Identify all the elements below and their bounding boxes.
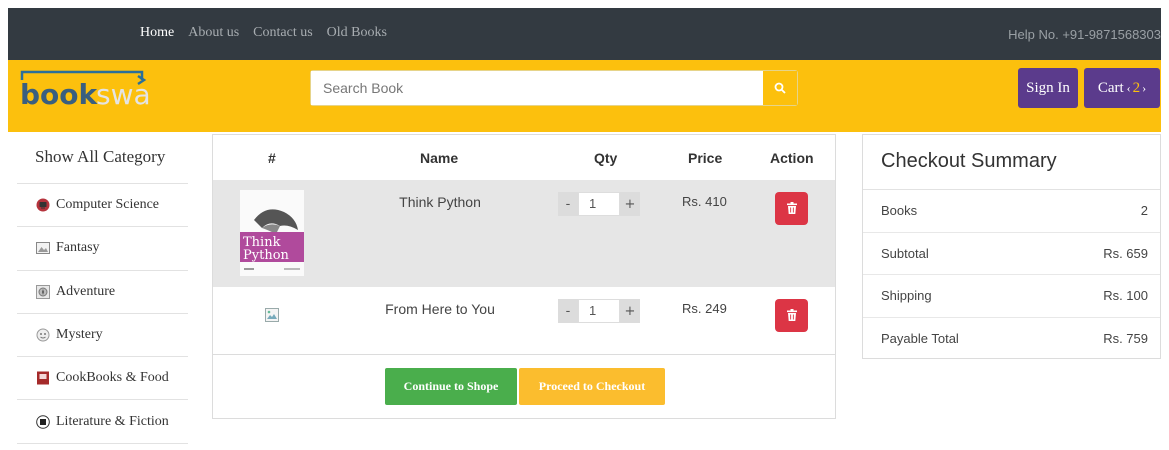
sidebar-item-label: Fantasy: [56, 240, 100, 256]
header-bar: book swap Sign In Cart ‹ 2 ›: [8, 60, 1161, 132]
search-bar: [310, 70, 798, 106]
sidebar-item-literature[interactable]: Literature & Fiction: [17, 400, 188, 444]
summary-row-payable-total: Payable Total Rs. 759: [863, 318, 1160, 361]
summary-value: Rs. 759: [1103, 331, 1148, 347]
bookswap-logo[interactable]: book swap: [18, 66, 168, 111]
summary-value: Rs. 659: [1103, 245, 1148, 261]
summary-label: Shipping: [881, 288, 932, 304]
search-input[interactable]: [311, 71, 761, 105]
quantity-stepper: - 1 +: [558, 192, 640, 216]
nav-link-old-books[interactable]: Old Books: [327, 25, 387, 41]
trash-icon: [786, 306, 797, 325]
search-button[interactable]: [761, 71, 797, 105]
sidebar-item-label: Adventure: [56, 283, 116, 299]
delete-button[interactable]: [775, 192, 808, 225]
top-navbar: Home About us Contact us Old Books Help …: [8, 8, 1161, 60]
qty-increment-button[interactable]: +: [620, 299, 640, 323]
compass-icon: [35, 284, 51, 300]
nav-links: Home About us Contact us Old Books: [140, 25, 387, 41]
proceed-to-checkout-button[interactable]: Proceed to Checkout: [519, 368, 665, 405]
book-price: Rs. 410: [682, 194, 727, 209]
qty-decrement-button[interactable]: -: [558, 192, 578, 216]
table-row: From Here to You - 1 + Rs. 249: [213, 287, 835, 355]
summary-row-subtotal: Subtotal Rs. 659: [863, 233, 1160, 275]
svg-text:book: book: [20, 78, 99, 110]
summary-value: 2: [1140, 203, 1148, 219]
cart-table: # Name Qty Price Action Think Python Thi…: [212, 134, 836, 419]
help-number: Help No. +91-9871568303: [1008, 27, 1161, 42]
cover-title-2: Python: [243, 248, 290, 263]
category-sidebar: Show All Category Computer Science Fanta…: [17, 134, 188, 444]
book-price: Rs. 249: [682, 301, 727, 316]
header-name: Name: [420, 150, 459, 166]
continue-shopping-button[interactable]: Continue to Shope: [385, 368, 517, 405]
cookbook-icon: [35, 370, 51, 386]
mask-icon: [35, 327, 51, 343]
summary-row-books: Books 2: [863, 190, 1160, 233]
summary-label: Books: [881, 203, 918, 219]
cart-actions: Continue to Shope Proceed to Checkout: [213, 355, 835, 419]
sidebar-item-fantasy[interactable]: Fantasy: [17, 227, 188, 271]
book-name: From Here to You: [385, 301, 495, 317]
sign-in-button[interactable]: Sign In: [1018, 68, 1078, 108]
quantity-stepper: - 1 +: [558, 299, 640, 323]
sidebar-item-cookbooks[interactable]: CookBooks & Food: [17, 357, 188, 401]
summary-title: Checkout Summary: [863, 135, 1160, 190]
delete-button[interactable]: [775, 299, 808, 332]
sidebar-title[interactable]: Show All Category: [17, 134, 188, 184]
svg-text:swap: swap: [96, 78, 150, 110]
summary-label: Payable Total: [881, 331, 959, 347]
summary-row-shipping: Shipping Rs. 100: [863, 275, 1160, 318]
book-name: Think Python: [399, 194, 481, 210]
nav-link-contact[interactable]: Contact us: [253, 25, 313, 41]
table-header: # Name Qty Price Action: [213, 135, 835, 180]
sidebar-item-adventure[interactable]: Adventure: [17, 271, 188, 314]
trash-icon: [786, 199, 797, 218]
sidebar-item-label: CookBooks & Food: [56, 370, 169, 386]
sidebar-item-label: Computer Science: [56, 197, 160, 213]
chevron-right-icon: ›: [1142, 80, 1147, 95]
cart-label: Cart: [1097, 79, 1124, 96]
sidebar-item-label: Literature & Fiction: [56, 413, 169, 429]
header-action: Action: [770, 150, 814, 166]
header-price: Price: [688, 150, 723, 166]
nav-link-home[interactable]: Home: [140, 25, 174, 41]
cart-count: 2: [1132, 79, 1141, 96]
sidebar-item-mystery[interactable]: Mystery: [17, 314, 188, 358]
qty-decrement-button[interactable]: -: [558, 299, 578, 323]
qty-input[interactable]: 1: [578, 192, 620, 216]
chevron-left-icon: ‹: [1126, 80, 1131, 95]
header-index: #: [268, 150, 276, 166]
cart-button[interactable]: Cart ‹ 2 ›: [1084, 68, 1160, 108]
sidebar-item-computer-science[interactable]: Computer Science: [17, 184, 188, 228]
sidebar-item-label: Mystery: [56, 327, 103, 343]
book-cover-think-python[interactable]: Think Python: [240, 190, 304, 276]
landscape-icon: [35, 240, 51, 256]
broken-image-icon: [265, 307, 279, 322]
book-icon: [35, 414, 51, 430]
qty-increment-button[interactable]: +: [620, 192, 640, 216]
qty-input[interactable]: 1: [578, 299, 620, 323]
table-row: Think Python Think Python - 1 + Rs. 410: [213, 180, 835, 287]
computer-icon: [35, 197, 51, 213]
search-icon: [774, 79, 786, 98]
header-qty: Qty: [594, 150, 618, 166]
checkout-summary: Checkout Summary Books 2 Subtotal Rs. 65…: [862, 134, 1161, 359]
summary-label: Subtotal: [881, 245, 929, 261]
summary-value: Rs. 100: [1103, 288, 1148, 304]
nav-link-about[interactable]: About us: [188, 25, 239, 41]
